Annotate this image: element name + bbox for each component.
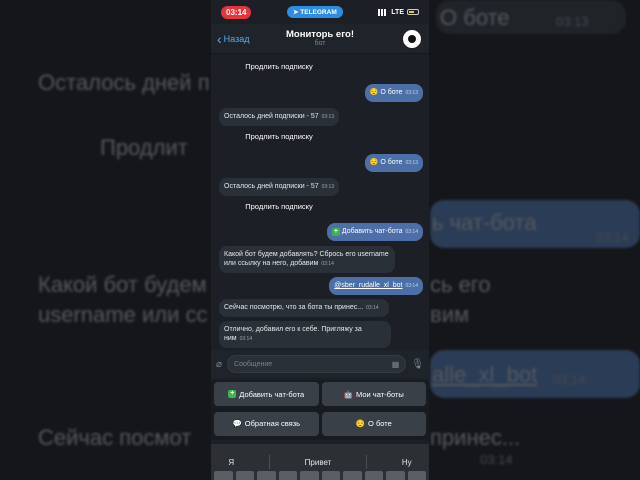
message-time: 03:13	[321, 184, 335, 190]
telegram-pill[interactable]: ➤ TELEGRAM	[287, 6, 343, 18]
key[interactable]	[364, 471, 383, 480]
message-in: Осталось дней подписки - 57 03:13	[219, 178, 340, 196]
input-placeholder: Сообщение	[234, 360, 273, 368]
message-out: 😌 О боте 03:13	[364, 84, 423, 102]
kb-my-bots-button[interactable]: 🤖 Мои чат-боты	[321, 382, 426, 406]
bg-add-bot: ь чат-бота	[432, 210, 537, 235]
bg-looking-tail: принес...	[430, 425, 521, 450]
message-in: Осталось дней подписки - 57 03:13	[219, 108, 340, 126]
bot-keyboard: + Добавить чат-бота 🤖 Мои чат-боты 💬 Обратн…	[211, 380, 429, 440]
telegram-label: TELEGRAM	[300, 9, 337, 16]
keyboard-toggle-icon[interactable]: ▦	[392, 360, 400, 369]
message-in: Сейчас посмотрю, что за бота ты принес..…	[219, 299, 389, 317]
bg-renew: Продлит	[100, 135, 188, 160]
composer: ⌀ Сообщение ▦ 🎙	[211, 350, 429, 378]
bg-bot-link: alle_xl_bot	[432, 362, 538, 387]
keyboard-keys-row	[211, 471, 429, 480]
kb-add-bot-button[interactable]: + Добавить чат-бота	[214, 382, 319, 406]
back-label: Назад	[223, 33, 250, 44]
attach-icon[interactable]: ⌀	[216, 359, 222, 370]
status-right: LTE	[378, 8, 419, 16]
bg-looking: Сейчас посмот	[38, 425, 192, 450]
suggestion-item[interactable]: Ну	[402, 458, 412, 467]
battery-icon	[406, 9, 419, 15]
bg-add-time: 03:14	[596, 230, 629, 245]
key[interactable]	[278, 471, 297, 480]
chat-header: ‹ Назад Мониторь его! бот	[211, 24, 429, 54]
message-out: @sber_rudalle_xl_bot 03:14	[329, 277, 423, 295]
back-button[interactable]: ‹ Назад	[217, 30, 250, 47]
message-text: Осталось дней подписки - 57	[224, 183, 319, 190]
bg-question-tail: сь его	[430, 272, 491, 297]
bg-days-left: Осталось дней п	[38, 70, 210, 95]
kb-label: Добавить чат-бота	[239, 389, 305, 399]
bg-bot-time: 03:14	[553, 372, 586, 387]
kb-about-button[interactable]: 😌 О боте	[321, 411, 426, 436]
message-in: Какой бот будем добавлять? Сбрось его us…	[219, 246, 395, 273]
bot-link[interactable]: @sber_rudalle_xl_bot	[334, 282, 402, 289]
message-time: 03:14	[405, 229, 418, 235]
bg-looking-time: 03:14	[480, 452, 513, 467]
message-time: 03:13	[321, 114, 335, 120]
message-input[interactable]: Сообщение ▦	[227, 355, 407, 373]
message-time: 03:13	[405, 90, 418, 96]
bg-question: Какой бот будем	[38, 272, 207, 297]
bg-question-line2-tail: вим	[430, 302, 470, 327]
suggestion-item[interactable]: Привет	[305, 458, 332, 467]
key[interactable]	[407, 471, 426, 480]
network-label: LTE	[391, 8, 404, 16]
inline-button-renew[interactable]: Продлить подписку	[219, 202, 339, 211]
key[interactable]	[235, 471, 254, 480]
key[interactable]	[343, 471, 362, 480]
kb-label: Мои чат-боты	[356, 389, 404, 399]
emoji-icon: 😌	[369, 89, 379, 96]
emoji-icon: 😌	[355, 419, 366, 428]
emoji-icon: 😌	[369, 159, 379, 166]
phone-screen: 03:14 ➤ TELEGRAM LTE ‹ Назад Мониторь ег…	[211, 0, 429, 480]
plus-icon: +	[228, 390, 237, 398]
message-text: Какой бот будем добавлять? Сбрось его us…	[224, 251, 389, 267]
screen: О боте 03:13 Осталось дней п Продлит ь ч…	[0, 0, 640, 480]
message-time: 03:13	[405, 160, 418, 166]
key[interactable]	[300, 471, 319, 480]
message-text: О боте	[380, 159, 403, 166]
inline-button-renew[interactable]: Продлить подписку	[219, 132, 339, 141]
bot-avatar[interactable]	[401, 28, 423, 50]
bg-about-time: 03:13	[556, 14, 589, 29]
message-list: Продлить подписку 😌 О боте 03:13 Осталось…	[211, 56, 429, 350]
message-text: Сейчас посмотрю, что за бота ты принес..…	[224, 304, 364, 311]
message-text: Осталось дней подписки - 57	[224, 113, 319, 120]
divider	[366, 455, 368, 469]
message-text: Добавить чат-бота	[341, 228, 403, 235]
inline-button-renew[interactable]: Продлить подписку	[219, 62, 339, 71]
status-bar: 03:14 ➤ TELEGRAM LTE	[211, 0, 429, 24]
status-time: 03:14	[221, 5, 252, 19]
message-text: О боте	[380, 89, 403, 96]
signal-icon	[378, 8, 389, 16]
robot-icon: 🤖	[343, 389, 354, 399]
key[interactable]	[386, 471, 405, 480]
speech-bubble-icon: 💬	[232, 419, 242, 428]
bg-about-text: О боте	[440, 5, 510, 30]
message-out: + Добавить чат-бота 03:14	[326, 223, 423, 241]
message-time: 03:14	[321, 261, 334, 267]
kb-label: О боте	[368, 419, 392, 428]
message-out: 😌 О боте 03:13	[364, 154, 423, 172]
message-time: 03:14	[366, 305, 379, 311]
key[interactable]	[214, 471, 233, 480]
message-time: 03:14	[405, 283, 418, 289]
plus-icon: +	[331, 228, 340, 236]
kb-label: Обратная связь	[244, 419, 301, 428]
key[interactable]	[257, 471, 276, 480]
suggestion-item[interactable]: Я	[228, 458, 234, 467]
eye-icon	[408, 35, 416, 43]
key[interactable]	[321, 471, 340, 480]
bg-question-line2: username или сс	[38, 302, 208, 327]
message-in: Отлично, добавил его к себе. Пригляжу за…	[219, 321, 391, 348]
message-time: 03:14	[239, 336, 253, 342]
kb-feedback-button[interactable]: 💬 Обратная связь	[214, 411, 319, 436]
divider	[268, 455, 270, 469]
microphone-icon[interactable]: 🎙	[411, 359, 424, 370]
chevron-left-icon: ‹	[217, 30, 222, 47]
